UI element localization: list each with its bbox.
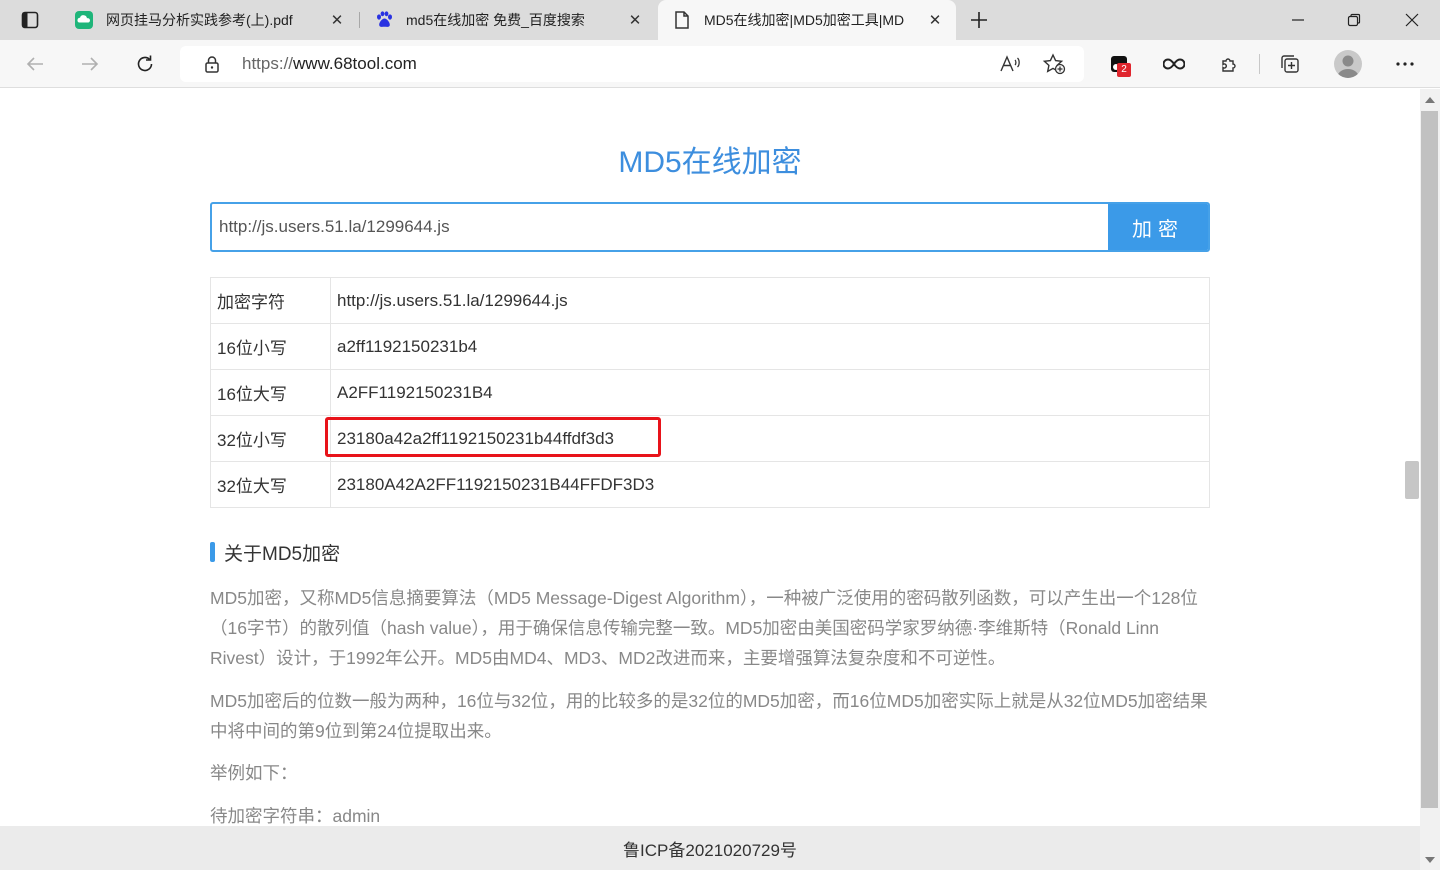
tab-strip: 网页挂马分析实践参考(上).pdf ✕ md5在线加密 免费_百度搜索 ✕ MD… — [0, 0, 1440, 40]
extension-button[interactable]: 2 — [1103, 48, 1135, 80]
md5-input-group: 加密 — [210, 202, 1210, 252]
tab-title: MD5在线加密|MD5加密工具|MD — [704, 12, 905, 28]
tab-active-md5[interactable]: MD5在线加密|MD5加密工具|MD ✕ — [658, 0, 956, 40]
caret-up-icon — [1425, 97, 1435, 103]
address-bar[interactable]: https://www.68tool.com — [180, 46, 1084, 82]
pdf-cloud-icon — [74, 10, 94, 30]
footer-icp[interactable]: 鲁ICP备2021020729号 — [0, 826, 1420, 870]
page-title: MD5在线加密 — [618, 146, 802, 179]
collections-button[interactable] — [1274, 48, 1306, 80]
read-aloud-icon — [1000, 55, 1020, 72]
url-host: www.68tool.com — [293, 54, 417, 73]
table-row: 16位小写 a2ff1192150231b4 — [210, 323, 1210, 370]
row-label: 32位小写 — [210, 415, 331, 462]
collections-icon — [1281, 55, 1299, 73]
profile-icon — [1337, 55, 1359, 78]
row-label: 16位小写 — [210, 323, 331, 370]
arrow-left-icon — [26, 57, 43, 71]
inner-scroll-thumb[interactable] — [1405, 461, 1419, 499]
about-paragraph-4: 待加密字符串：admin — [210, 806, 381, 826]
table-row: 加密字符 http://js.users.51.la/1299644.js — [210, 277, 1210, 324]
arrow-right-icon — [82, 57, 99, 71]
refresh-icon — [137, 55, 153, 72]
encrypt-button[interactable]: 加密 — [1108, 204, 1208, 250]
section-title: 关于MD5加密 — [224, 543, 341, 565]
forward-button[interactable] — [74, 48, 106, 80]
about-paragraph-1: MD5加密，又称MD5信息摘要算法（MD5 Message-Digest Alg… — [210, 588, 1198, 668]
page-content: MD5在线加密 加密 加密字符 http://js.users.51.la/12… — [0, 89, 1420, 826]
close-window-button[interactable] — [1384, 0, 1440, 40]
page-icon — [672, 10, 692, 30]
avatar[interactable] — [1334, 50, 1362, 78]
restore-button[interactable] — [1326, 0, 1382, 40]
read-aloud-button[interactable] — [998, 52, 1022, 76]
new-tab-button[interactable] — [966, 7, 992, 33]
close-icon[interactable]: ✕ — [924, 9, 946, 31]
more-icon — [1396, 62, 1414, 66]
lock-icon[interactable] — [202, 54, 222, 74]
about-paragraph-3: 举例如下： — [210, 763, 298, 783]
refresh-button[interactable] — [129, 48, 161, 80]
row-value[interactable]: a2ff1192150231b4 — [330, 323, 1210, 370]
caret-down-icon — [1425, 857, 1435, 863]
row-label: 32位大写 — [210, 461, 331, 508]
tab-title: md5在线加密 免费_百度搜索 — [406, 12, 585, 28]
row-value[interactable]: A2FF1192150231B4 — [330, 369, 1210, 416]
tab-actions-icon — [21, 11, 39, 29]
about-paragraph-2: MD5加密后的位数一般为两种，16位与32位，用的比较多的是32位的MD5加密，… — [210, 691, 1208, 741]
tab-baidu[interactable]: md5在线加密 免费_百度搜索 ✕ — [360, 0, 656, 40]
scroll-down-button[interactable] — [1420, 850, 1440, 870]
star-add-icon — [1042, 53, 1066, 75]
tab-pdf[interactable]: 网页挂马分析实践参考(上).pdf ✕ — [60, 0, 358, 40]
puzzle-icon — [1222, 58, 1236, 72]
tab-title: 网页挂马分析实践参考(上).pdf — [106, 12, 293, 28]
row-label: 加密字符 — [210, 277, 331, 324]
scrollbar-track[interactable] — [1421, 111, 1438, 808]
md5-input[interactable] — [212, 204, 1108, 250]
settings-more-button[interactable] — [1389, 48, 1421, 80]
section-accent-bar — [210, 542, 215, 562]
result-table: 加密字符 http://js.users.51.la/1299644.js 16… — [210, 277, 1210, 508]
add-favorite-button[interactable] — [1042, 52, 1066, 76]
highlight-annotation-box — [325, 417, 661, 457]
row-label: 16位大写 — [210, 369, 331, 416]
minimize-icon — [1292, 19, 1304, 21]
plus-icon — [971, 12, 987, 28]
scroll-up-button[interactable] — [1420, 90, 1440, 110]
infinity-extension-button[interactable] — [1158, 48, 1190, 80]
table-row: 32位大写 23180A42A2FF1192150231B44FFDF3D3 — [210, 461, 1210, 508]
back-button[interactable] — [19, 48, 51, 80]
row-value[interactable]: 23180A42A2FF1192150231B44FFDF3D3 — [330, 461, 1210, 508]
infinity-icon — [1163, 58, 1185, 70]
restore-icon — [1347, 13, 1361, 27]
toolbar-divider — [1259, 54, 1260, 74]
extensions-button[interactable] — [1214, 48, 1246, 80]
row-value[interactable]: http://js.users.51.la/1299644.js — [330, 277, 1210, 324]
minimize-button[interactable] — [1270, 0, 1326, 40]
baidu-paw-icon — [374, 10, 394, 30]
table-row: 16位大写 A2FF1192150231B4 — [210, 369, 1210, 416]
section-heading: 关于MD5加密 — [210, 540, 341, 565]
browser-toolbar: https://www.68tool.com 2 — [0, 40, 1440, 88]
extension-badge: 2 — [1117, 63, 1131, 77]
close-icon[interactable]: ✕ — [624, 9, 646, 31]
url-scheme: https:// — [242, 54, 294, 73]
url-text[interactable]: https://www.68tool.com — [242, 54, 417, 74]
close-icon[interactable]: ✕ — [326, 9, 348, 31]
close-icon — [1405, 13, 1419, 27]
tab-actions-button[interactable] — [10, 7, 50, 33]
